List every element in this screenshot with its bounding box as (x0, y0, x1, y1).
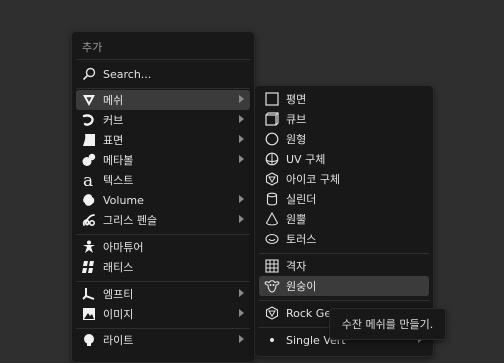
menu-item-image[interactable]: 이미지 (76, 304, 250, 324)
separator (76, 88, 250, 89)
menu-item-label: 커브 (103, 114, 124, 127)
mesh-item-ico-sphere[interactable]: 아이코 구체 (259, 169, 429, 189)
mesh-item-label: Rock Ge (286, 306, 332, 320)
search-label: Search... (103, 67, 152, 81)
metaball-icon (81, 152, 97, 168)
mesh-item-label: 토러스 (286, 233, 317, 246)
cylinder-icon (264, 191, 280, 207)
mesh-item-cylinder[interactable]: 실린더 (259, 189, 429, 209)
separator (259, 300, 429, 301)
submenu-arrow-icon (239, 289, 244, 297)
separator (76, 328, 250, 329)
volume-icon (81, 192, 97, 208)
armature-icon (81, 239, 97, 255)
rock-icon (264, 305, 280, 321)
mesh-item-label: 원형 (286, 133, 307, 146)
tooltip-text: 수잔 메쉬를 만들기. (341, 318, 434, 331)
uv-sphere-icon (264, 151, 280, 167)
grid-icon (264, 258, 280, 274)
submenu-arrow-icon (239, 155, 244, 163)
torus-icon (264, 231, 280, 247)
grease-pencil-icon (81, 212, 97, 228)
menu-item-armature[interactable]: 아마튜어 (76, 237, 250, 257)
mesh-item-monkey[interactable]: 원숭이 (259, 276, 429, 296)
plane-icon (264, 91, 280, 107)
mesh-item-label: 원숭이 (286, 280, 317, 293)
empty-icon (81, 286, 97, 302)
submenu-arrow-icon (239, 215, 244, 223)
cube-icon (264, 111, 280, 127)
menu-item-metaball[interactable]: 메타볼 (76, 150, 250, 170)
circle-icon (264, 131, 280, 147)
mesh-item-label: UV 구체 (286, 153, 326, 166)
separator (76, 59, 250, 60)
mesh-item-label: 아이코 구체 (286, 173, 341, 186)
submenu-arrow-icon (239, 195, 244, 203)
submenu-arrow-icon (239, 309, 244, 317)
menu-item-light[interactable]: 라이트 (76, 330, 250, 350)
mesh-item-cube[interactable]: 큐브 (259, 109, 429, 129)
menu-item-mesh[interactable]: 메쉬 (76, 90, 250, 110)
menu-item-label: 표면 (103, 134, 124, 147)
cone-icon (264, 211, 280, 227)
add-menu-title: 추가 (82, 41, 103, 54)
monkey-icon (264, 278, 280, 294)
search-icon (81, 66, 97, 82)
separator (76, 234, 250, 235)
vertex-icon (264, 332, 280, 348)
mesh-item-cone[interactable]: 원뿔 (259, 209, 429, 229)
mesh-item-label: 격자 (286, 260, 307, 273)
menu-item-text[interactable]: a 텍스트 (76, 170, 250, 190)
submenu-arrow-icon (239, 335, 244, 343)
menu-item-label: 텍스트 (103, 174, 134, 187)
menu-item-label: 아마튜어 (103, 241, 144, 254)
ico-sphere-icon (264, 171, 280, 187)
menu-item-label: 그리스 펜슬 (103, 214, 158, 227)
curve-icon (81, 112, 97, 128)
lattice-icon (81, 259, 97, 275)
mesh-item-label: 원뿔 (286, 213, 307, 226)
menu-item-label: 메쉬 (103, 94, 124, 107)
menu-item-label: 이미지 (103, 308, 134, 321)
mesh-icon (81, 92, 97, 108)
submenu-arrow-icon (239, 115, 244, 123)
menu-item-lattice[interactable]: 래티스 (76, 257, 250, 277)
submenu-arrow-icon (239, 135, 244, 143)
mesh-item-plane[interactable]: 평면 (259, 89, 429, 109)
mesh-item-label: 평면 (286, 93, 307, 106)
menu-item-surface[interactable]: 표면 (76, 130, 250, 150)
search-item[interactable]: Search... (76, 64, 250, 84)
menu-item-volume[interactable]: Volume (76, 190, 250, 210)
text-icon: a (81, 172, 97, 188)
separator (259, 253, 429, 254)
submenu-arrow-icon (239, 95, 244, 103)
surface-icon (81, 132, 97, 148)
menu-item-grease-pencil[interactable]: 그리스 펜슬 (76, 210, 250, 230)
menu-item-curve[interactable]: 커브 (76, 110, 250, 130)
light-icon (81, 332, 97, 348)
menu-item-label: 엠프티 (103, 288, 134, 301)
menu-item-label: 메타볼 (103, 154, 134, 167)
mesh-item-torus[interactable]: 토러스 (259, 229, 429, 249)
menu-item-label: 래티스 (103, 261, 134, 274)
mesh-item-label: 실린더 (286, 193, 317, 206)
mesh-item-grid[interactable]: 격자 (259, 256, 429, 276)
mesh-item-circle[interactable]: 원형 (259, 129, 429, 149)
menu-item-label: Volume (103, 193, 144, 207)
image-icon (81, 306, 97, 322)
add-menu: 추가 Search... 메쉬 커브 표면 메타볼 a 텍스트 Volume 그… (71, 31, 255, 363)
tooltip: 수잔 메쉬를 만들기. (329, 308, 446, 340)
mesh-item-uv-sphere[interactable]: UV 구체 (259, 149, 429, 169)
mesh-item-label: 큐브 (286, 113, 307, 126)
separator (76, 281, 250, 282)
menu-item-label: 라이트 (103, 334, 134, 347)
svg-text:a: a (83, 172, 93, 188)
menu-item-empty[interactable]: 엠프티 (76, 284, 250, 304)
